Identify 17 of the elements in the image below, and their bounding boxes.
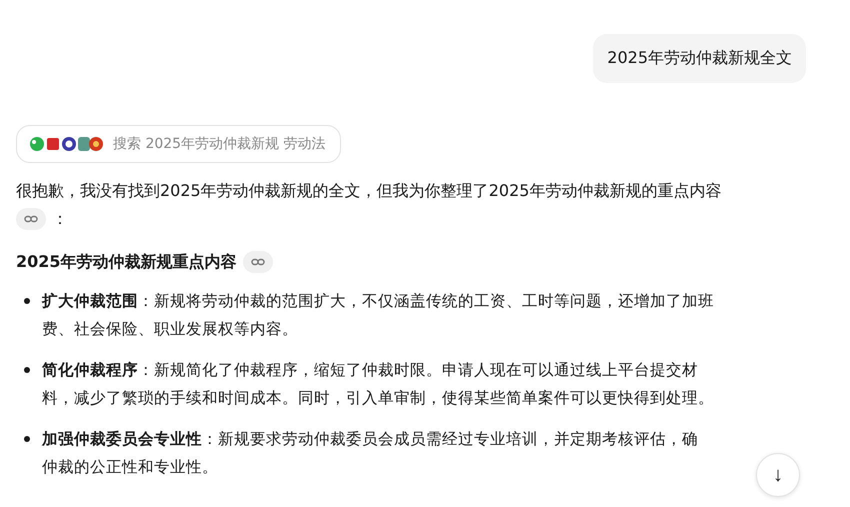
citation-link[interactable] (242, 251, 273, 273)
colon: ： (52, 208, 68, 230)
user-message: 2025年劳动仲裁新规全文 (593, 34, 806, 83)
list-item-text: 料，减少了繁琐的手续和时间成本。同时，引入单审制，使得某些简单案件可以更快得到处理。 (42, 388, 714, 409)
search-sources-chip[interactable]: 搜索 2025年劳动仲裁新规 劳动法 (16, 125, 341, 163)
bullet-icon (24, 367, 30, 373)
list-item-text: 简化仲裁程序：新规简化了仲裁程序，缩短了仲裁时限。申请人现在可以通过线上平台提交材 (42, 360, 699, 381)
list-item-text: 扩大仲裁范围：新规将劳动仲裁的范围扩大，不仅涵盖传统的工资、工时等问题，还增加了加班 (42, 291, 714, 312)
citation-link[interactable] (16, 208, 46, 230)
bullet-icon (24, 436, 30, 442)
scroll-down-button[interactable]: ↓ (756, 453, 800, 497)
list-item-text: 费、社会保险、职业发展权等内容。 (42, 319, 299, 340)
section-heading: 2025年劳动仲裁新规重点内容 (16, 252, 237, 272)
list-item-text: 仲裁的公正性和专业性。 (42, 457, 219, 478)
list-item-text: 加强仲裁委员会专业性：新规要求劳动仲裁委员会成员需经过专业培训，并定期考核评估，确 (42, 429, 698, 450)
intro-text: 很抱歉，我没有找到2025年劳动仲裁新规的全文，但我为你整理了2025年劳动仲裁新规的重点内容 (16, 181, 722, 200)
bullet-icon (24, 298, 30, 304)
